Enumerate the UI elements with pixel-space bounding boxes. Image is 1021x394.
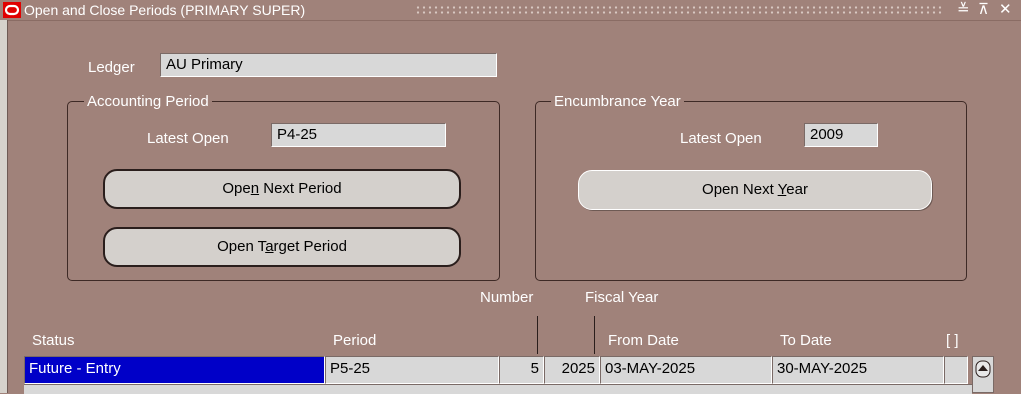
ledger-label: Ledger: [88, 59, 135, 76]
encumbrance-latest-open-label: Latest Open: [680, 130, 762, 147]
accounting-latest-open-field[interactable]: P4-25: [271, 123, 446, 147]
accounting-latest-open-value: P4-25: [277, 126, 318, 143]
window-title: Open and Close Periods (PRIMARY SUPER): [24, 2, 306, 18]
vertical-scrollbar[interactable]: [972, 356, 994, 393]
btn-label-part: Ope: [222, 180, 251, 197]
oracle-logo-icon: [3, 2, 21, 18]
close-icon[interactable]: ✕: [999, 1, 1012, 19]
title-bar-pattern: [415, 5, 943, 15]
encumbrance-year-title: Encumbrance Year: [551, 93, 684, 110]
column-header-status: Status: [32, 332, 75, 349]
btn-label-accel: n: [250, 180, 260, 197]
open-next-period-button[interactable]: Open Next Period: [103, 169, 461, 209]
period-cell[interactable]: P5-25: [325, 356, 499, 384]
btn-label-accel: Y: [777, 181, 787, 198]
flag-checkbox-cell[interactable]: [944, 356, 968, 384]
btn-label-part: Next Period: [259, 180, 342, 197]
status-value: Future - Entry: [29, 360, 121, 377]
btn-label-accel: a: [265, 238, 274, 255]
header-separator: [537, 316, 538, 354]
ledger-value: AU Primary: [166, 56, 243, 73]
ledger-field[interactable]: AU Primary: [160, 53, 497, 77]
open-target-period-button[interactable]: Open Target Period: [103, 227, 461, 267]
number-value: 5: [530, 360, 539, 377]
header-separator: [594, 316, 595, 354]
column-header-period: Period: [333, 332, 377, 349]
column-header-number: Number: [480, 289, 534, 306]
number-cell[interactable]: 5: [499, 356, 544, 384]
column-header-flag: [ ]: [946, 332, 959, 349]
column-header-from-date: From Date: [608, 332, 679, 349]
status-cell[interactable]: Future - Entry: [24, 356, 325, 384]
btn-label-part: Open T: [217, 238, 266, 255]
fiscal-year-cell[interactable]: 2025: [544, 356, 600, 384]
fiscal-year-value: 2025: [561, 360, 595, 377]
open-next-year-button[interactable]: Open Next Year: [578, 170, 932, 210]
from-date-cell[interactable]: 03-MAY-2025: [600, 356, 772, 384]
maximize-icon[interactable]: ⊼: [978, 1, 989, 19]
accounting-period-title: Accounting Period: [84, 93, 212, 110]
window-title-bar: Open and Close Periods (PRIMARY SUPER) ≚…: [0, 0, 1021, 21]
window-left-edge: [0, 20, 8, 393]
column-header-fiscal-year: Fiscal Year: [585, 289, 659, 306]
to-date-cell[interactable]: 30-MAY-2025: [772, 356, 944, 384]
column-header-to-date: To Date: [780, 332, 832, 349]
from-date-value: 03-MAY-2025: [605, 360, 696, 377]
accounting-latest-open-label: Latest Open: [147, 130, 229, 147]
period-value: P5-25: [330, 360, 371, 377]
to-date-value: 30-MAY-2025: [777, 360, 868, 377]
btn-label-part: ear: [786, 181, 808, 198]
encumbrance-latest-open-value: 2009: [810, 126, 844, 143]
minimize-icon[interactable]: ≚: [957, 1, 970, 19]
scroll-up-arrow-icon[interactable]: [973, 359, 993, 379]
btn-label-part: Open Next: [702, 181, 778, 198]
btn-label-part: rget Period: [273, 238, 347, 255]
encumbrance-latest-open-field[interactable]: 2009: [804, 123, 878, 147]
